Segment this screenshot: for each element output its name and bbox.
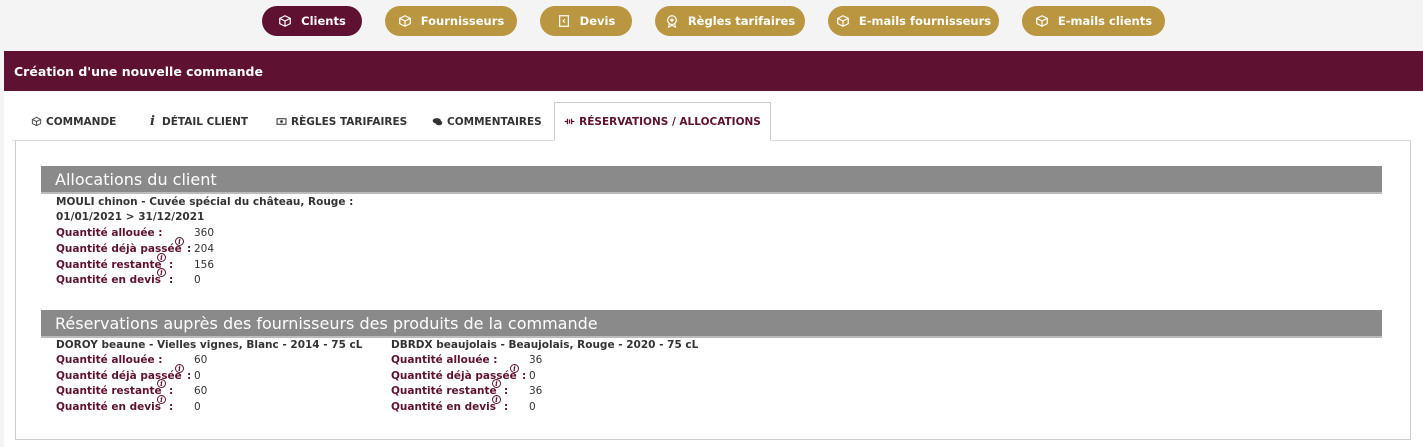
- allocation-value-allouee: 360: [194, 227, 215, 239]
- tab-reservations-allocations[interactable]: RÉSERVATIONS / ALLOCATIONS: [554, 102, 771, 141]
- allocation-product-name: MOULI chinon - Cuvée spécial du château,…: [56, 196, 354, 208]
- allocation-label-en-devis: Quantité en devis: [56, 274, 161, 286]
- tab-reservations-label: RÉSERVATIONS / ALLOCATIONS: [579, 115, 761, 128]
- allocations-section-title: Allocations du client: [41, 166, 1382, 192]
- reservation-product-name: DBRDX beaujolais - Beaujolais, Rouge - 2…: [391, 339, 699, 351]
- page-title: Création d'une nouvelle commande: [4, 51, 1423, 91]
- tab-commentaires[interactable]: COMMENTAIRES: [432, 102, 542, 141]
- info-icon[interactable]: i: [510, 364, 519, 373]
- info-icon[interactable]: i: [492, 379, 501, 388]
- allocation-value-deja-passee: 204: [194, 243, 215, 255]
- allocation-suffix-restante: :: [169, 259, 174, 271]
- reservation-value-en-devis: 0: [194, 401, 201, 413]
- info-icon[interactable]: i: [492, 395, 501, 404]
- reservation-value-en-devis: 0: [529, 401, 536, 413]
- allocation-value-restante: 156: [194, 259, 215, 271]
- reservation-label-allouee: Quantité allouée :: [391, 354, 498, 366]
- nav-emails-fournisseurs-label: E-mails fournisseurs: [858, 14, 992, 28]
- nav-clients-label: Clients: [301, 14, 346, 28]
- nav-fournisseurs-button[interactable]: Fournisseurs: [385, 6, 517, 36]
- tab-commande[interactable]: COMMANDE: [31, 102, 116, 141]
- nav-devis-button[interactable]: Devis: [540, 6, 632, 36]
- box-icon: [31, 116, 42, 127]
- tab-detail-client-label: DÉTAIL CLIENT: [162, 115, 249, 128]
- reservations-section-title: Réservations auprès des fournisseurs des…: [41, 310, 1382, 336]
- allocations-icon: [564, 118, 575, 125]
- reservation-value-allouee: 36: [529, 354, 543, 366]
- reservation-suffix-restante: :: [504, 385, 509, 397]
- reservation-suffix-restante: :: [169, 385, 174, 397]
- allocation-period: 01/01/2021 > 31/12/2021: [56, 211, 205, 223]
- nav-emails-fournisseurs-button[interactable]: E-mails fournisseurs: [828, 6, 999, 36]
- reservation-label-allouee: Quantité allouée :: [56, 354, 163, 366]
- allocation-suffix-deja-passee: :: [187, 243, 192, 255]
- allocations-divider: [41, 192, 1382, 194]
- reservation-label-en-devis: Quantité en devis: [56, 401, 161, 413]
- reservation-suffix-deja-passee: :: [187, 370, 192, 382]
- badge-icon: [666, 15, 677, 28]
- reservation-suffix-en-devis: :: [169, 401, 174, 413]
- reservation-value-restante: 60: [194, 385, 208, 397]
- info-icon[interactable]: i: [157, 379, 166, 388]
- top-navigation: Clients Fournisseurs Devis Règles tarifa…: [0, 0, 1423, 44]
- info-icon[interactable]: i: [157, 395, 166, 404]
- tab-commande-label: COMMANDE: [46, 115, 117, 128]
- nav-fournisseurs-label: Fournisseurs: [420, 14, 505, 28]
- reservation-suffix-deja-passee: :: [522, 370, 527, 382]
- reservation-label-restante: Quantité restante: [391, 385, 497, 397]
- tab-regles-tarifaires[interactable]: RÈGLES TARIFAIRES: [276, 102, 407, 141]
- reservation-value-restante: 36: [529, 385, 543, 397]
- comments-icon: [432, 118, 443, 126]
- box-icon: [1036, 15, 1048, 27]
- allocation-label-restante: Quantité restante: [56, 259, 162, 271]
- reservation-value-deja-passee: 0: [529, 370, 536, 382]
- info-icon: i: [150, 114, 155, 129]
- tab-detail-client[interactable]: i DÉTAIL CLIENT: [150, 102, 248, 141]
- reservations-divider: [41, 336, 1382, 338]
- box-icon: [398, 15, 411, 27]
- allocation-suffix-en-devis: :: [169, 274, 174, 286]
- nav-clients-button[interactable]: Clients: [262, 6, 362, 36]
- box-icon: [837, 15, 849, 27]
- nav-regles-label: Règles tarifaires: [687, 14, 796, 28]
- info-icon[interactable]: i: [157, 253, 166, 262]
- money-icon: [276, 118, 287, 125]
- info-icon[interactable]: i: [157, 268, 166, 277]
- tab-commentaires-label: COMMENTAIRES: [447, 115, 542, 128]
- tab-regles-tarifaires-label: RÈGLES TARIFAIRES: [291, 115, 408, 128]
- reservation-product-name: DOROY beaune - Vielles vignes, Blanc - 2…: [56, 339, 363, 351]
- reservation-label-restante: Quantité restante: [56, 385, 162, 397]
- allocation-label-allouee: Quantité allouée :: [56, 227, 163, 239]
- info-icon[interactable]: i: [175, 237, 184, 246]
- nav-devis-label: Devis: [579, 14, 616, 28]
- nav-regles-tarifaires-button[interactable]: Règles tarifaires: [655, 6, 805, 36]
- reservation-value-deja-passee: 0: [194, 370, 201, 382]
- nav-emails-clients-button[interactable]: E-mails clients: [1022, 6, 1165, 36]
- reservation-suffix-en-devis: :: [504, 401, 509, 413]
- document-icon: [558, 15, 569, 27]
- allocation-value-en-devis: 0: [194, 274, 201, 286]
- reservation-value-allouee: 60: [194, 354, 208, 366]
- info-icon[interactable]: i: [175, 364, 184, 373]
- reservation-label-en-devis: Quantité en devis: [391, 401, 496, 413]
- box-icon: [279, 15, 292, 27]
- nav-emails-clients-label: E-mails clients: [1057, 14, 1153, 28]
